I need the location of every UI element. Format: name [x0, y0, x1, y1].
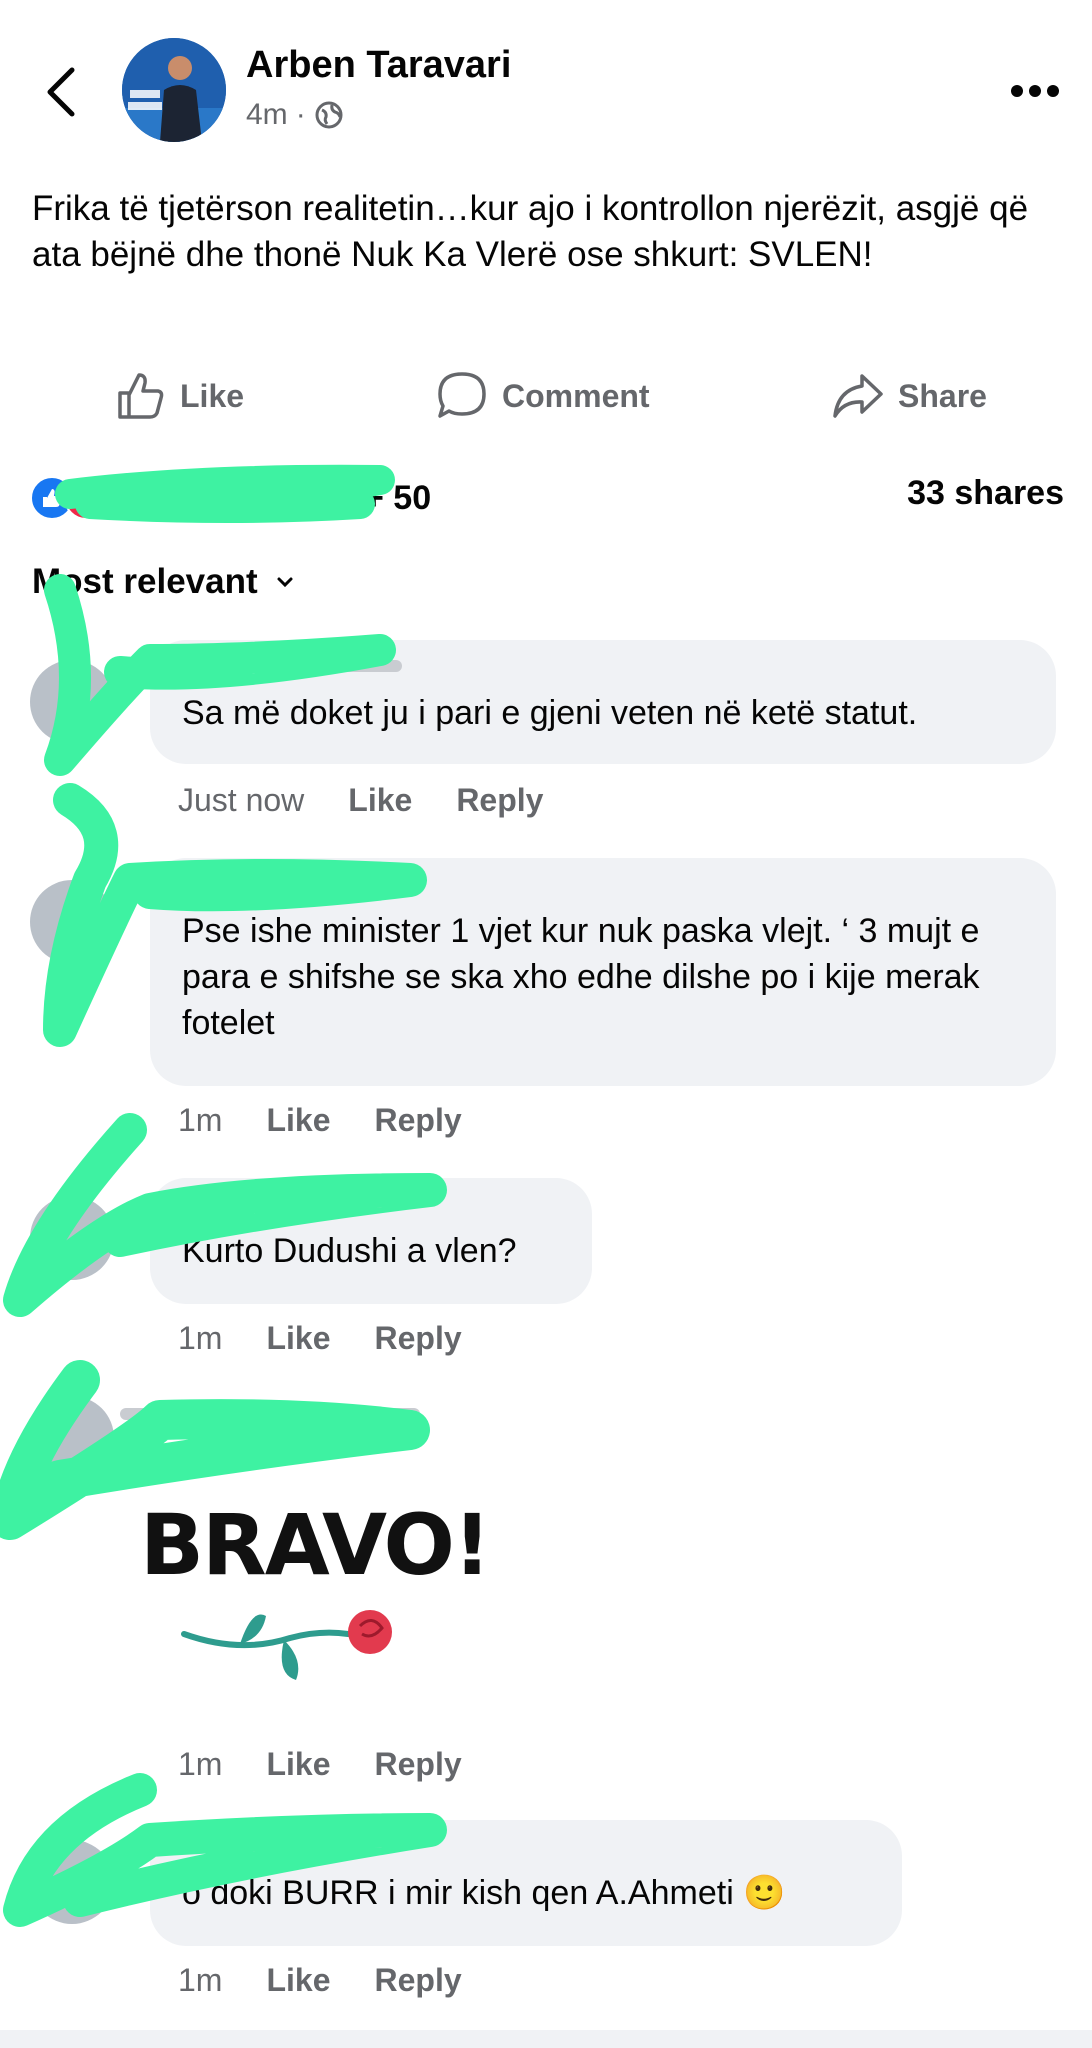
- author-name[interactable]: Arben Taravari: [246, 44, 511, 87]
- reaction-names-redacted: [122, 491, 352, 505]
- comment-bubble: Sa më doket ju i pari e gjeni veten në k…: [150, 640, 1056, 764]
- comment-time[interactable]: Just now: [178, 782, 304, 819]
- bottom-bar: [0, 2030, 1092, 2048]
- comment-time[interactable]: 1m: [178, 1962, 222, 1999]
- comment-button[interactable]: Comment: [436, 368, 650, 424]
- comment-like-button[interactable]: Like: [266, 1320, 330, 1357]
- comment-reply-button[interactable]: Reply: [374, 1320, 461, 1357]
- comment-reply-button[interactable]: Reply: [374, 1746, 461, 1783]
- comment-label: Comment: [502, 377, 650, 414]
- meta-separator: ·: [295, 98, 306, 131]
- comment-reply-button[interactable]: Reply: [374, 1962, 461, 1999]
- comment-reply-button[interactable]: Reply: [456, 782, 543, 819]
- comment-text: Sa më doket ju i pari e gjeni veten në k…: [182, 694, 918, 732]
- comment-text: Kurto Dudushi a vlen?: [182, 1232, 517, 1270]
- back-button[interactable]: [40, 62, 84, 122]
- reactions-summary[interactable]: + 50: [30, 474, 431, 522]
- share-icon: [833, 374, 883, 418]
- bravo-sticker[interactable]: BRAVO!: [140, 1496, 491, 1700]
- comment-footer: 1m Like Reply: [178, 1746, 462, 1783]
- comment-time[interactable]: 1m: [178, 1320, 222, 1357]
- commenter-name-redacted[interactable]: [182, 660, 402, 672]
- like-button[interactable]: Like: [116, 368, 244, 424]
- comment-footer: Just now Like Reply: [178, 782, 543, 819]
- post-text: Frika të tjetërson realitetin…kur ajo i …: [32, 189, 1029, 274]
- more-dots-icon: [1011, 85, 1059, 97]
- rose-icon: [181, 1610, 392, 1680]
- comment-text: Pse ishe minister 1 vjet kur nuk paska v…: [182, 912, 980, 1042]
- comment-time[interactable]: 1m: [178, 1102, 222, 1139]
- like-label: Like: [180, 377, 245, 414]
- post-time[interactable]: 4m: [246, 98, 288, 132]
- comment-icon: [438, 372, 486, 418]
- comment-reply-button[interactable]: Reply: [374, 1102, 461, 1139]
- commenter-avatar[interactable]: [30, 880, 114, 964]
- comment-bubble: Pse ishe minister 1 vjet kur nuk paska v…: [150, 858, 1056, 1086]
- comment-footer: 1m Like Reply: [178, 1962, 462, 1999]
- commenter-name-redacted[interactable]: [120, 1408, 420, 1420]
- more-options-button[interactable]: [1010, 84, 1060, 98]
- sort-dropdown[interactable]: Most relevant: [32, 562, 294, 602]
- commenter-avatar[interactable]: [30, 660, 114, 744]
- comment-like-button[interactable]: Like: [348, 782, 412, 819]
- comment-time[interactable]: 1m: [178, 1746, 222, 1783]
- post-meta: 4m ·: [246, 98, 344, 132]
- comment-footer: 1m Like Reply: [178, 1102, 462, 1139]
- globe-icon: [315, 101, 343, 129]
- reaction-count: + 50: [364, 478, 432, 517]
- comment-bubble: o doki BURR i mir kish qen A.Ahmeti 🙂: [150, 1820, 902, 1946]
- share-count[interactable]: 33 shares: [907, 474, 1064, 513]
- comment-bubble: Kurto Dudushi a vlen?: [150, 1178, 592, 1304]
- love-reaction-icon: [64, 476, 108, 520]
- comment-text: o doki BURR i mir kish qen A.Ahmeti 🙂: [182, 1874, 786, 1912]
- back-chevron-icon: [47, 67, 75, 117]
- comment-like-button[interactable]: Like: [266, 1102, 330, 1139]
- comment-like-button[interactable]: Like: [266, 1746, 330, 1783]
- commenter-name-redacted[interactable]: [182, 878, 402, 890]
- commenter-avatar[interactable]: [30, 1196, 114, 1280]
- comment-footer: 1m Like Reply: [178, 1320, 462, 1357]
- commenter-name-redacted[interactable]: [182, 1840, 402, 1852]
- commenter-avatar[interactable]: [30, 1840, 114, 1924]
- thumbs-up-icon: [118, 373, 164, 419]
- share-label: Share: [898, 377, 987, 414]
- chevron-down-icon: [277, 577, 293, 588]
- comment-like-button[interactable]: Like: [266, 1962, 330, 1999]
- author-avatar[interactable]: [122, 38, 226, 142]
- sort-label: Most relevant: [32, 562, 258, 601]
- commenter-avatar[interactable]: [30, 1396, 114, 1480]
- sticker-text: BRAVO!: [140, 1496, 491, 1594]
- commenter-name-redacted[interactable]: [182, 1198, 402, 1210]
- share-button[interactable]: Share: [832, 368, 987, 424]
